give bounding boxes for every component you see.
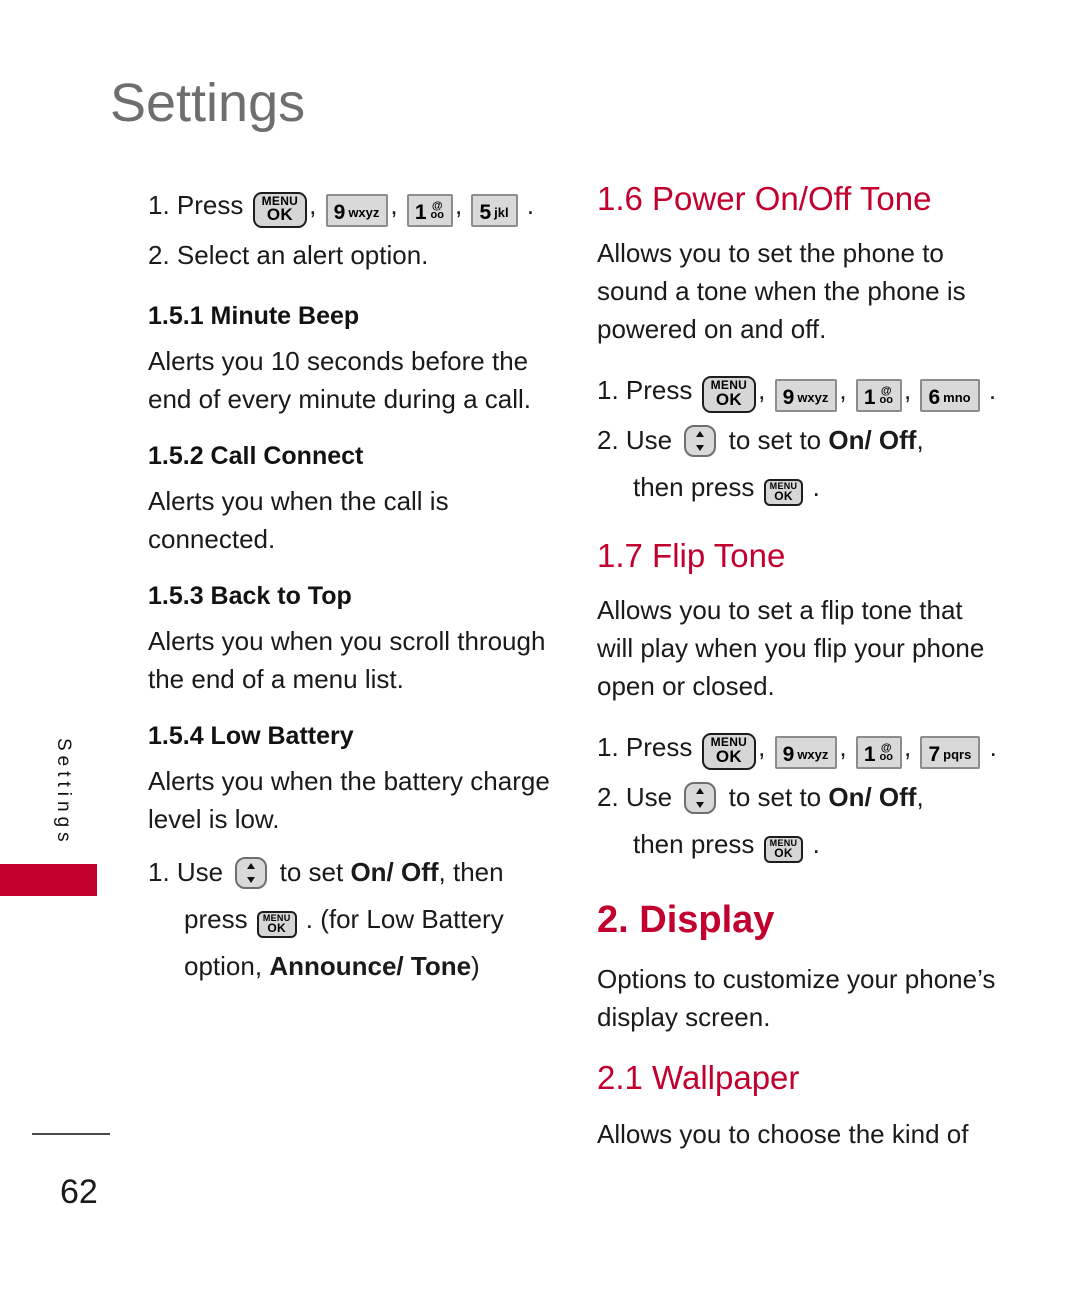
step-then-press-flip-tone: then press MENU OK .	[597, 825, 997, 864]
body-low-battery: Alerts you when the battery charge level…	[148, 765, 550, 834]
key-9-wxyz-icon: 9 wxyz	[325, 194, 389, 227]
side-tab: Settings	[0, 720, 100, 920]
value-on-off: On/ Off	[828, 424, 917, 455]
menu-ok-key-icon: MENU OK	[256, 911, 297, 939]
comma-separator: ,	[390, 190, 398, 220]
navigation-key-icon	[234, 856, 268, 890]
navigation-key-icon	[683, 781, 717, 815]
step-use-nav-flip-tone: 2. Use to set to On/ Off,	[597, 778, 997, 817]
comma: ,	[916, 781, 924, 812]
heading-low-battery: 1.5.4 Low Battery	[148, 721, 354, 750]
step-label: 1. Press	[148, 190, 244, 220]
side-tab-label: Settings	[53, 738, 74, 847]
footer-divider	[32, 1133, 110, 1135]
step-label: 1. Press	[597, 374, 693, 405]
body-call-connect: Alerts you when the call is connected.	[148, 486, 449, 554]
step-text: to set to	[728, 781, 822, 812]
period: .	[812, 471, 820, 502]
key-5-jkl-icon: 5 jkl	[471, 194, 518, 227]
menu-ok-key-icon: MENU OK	[701, 376, 757, 413]
value-on-off: On/ Off	[350, 856, 439, 887]
comma: ,	[916, 424, 924, 455]
comma-separator: ,	[455, 190, 463, 220]
step-low-battery-option: option, Announce/ Tone)	[148, 947, 558, 986]
heading-power-on-off-tone: 1.6 Power On/Off Tone	[597, 180, 932, 217]
value-announce-tone: Announce/ Tone	[269, 950, 472, 981]
navigation-key-icon	[683, 424, 717, 458]
period: .	[989, 731, 997, 762]
value-on-off: On/ Off	[828, 781, 917, 812]
right-column: 1.6 Power On/Off Tone Allows you to set …	[597, 180, 997, 1176]
key-1-voicemail-icon: 1 @ oo	[406, 194, 453, 227]
comma-separator: ,	[904, 374, 912, 405]
step-then-press-power-tone: then press MENU OK .	[597, 468, 997, 507]
step-text: then press	[633, 471, 755, 502]
comma-separator: ,	[309, 190, 317, 220]
step-label: 1. Press	[597, 731, 693, 762]
page-title: Settings	[110, 73, 306, 133]
heading-flip-tone: 1.7 Flip Tone	[597, 536, 786, 574]
period: .	[988, 374, 997, 405]
key-7-pqrs-icon: 7 pqrs	[920, 735, 981, 769]
comma-separator: ,	[839, 731, 847, 762]
page-number: 62	[60, 1173, 98, 1211]
period: .	[526, 190, 535, 220]
step-press-sequence-flip-tone: 1. Press MENU OK , 9 wxyz , 1 @ oo , 7 pqrs …	[597, 728, 997, 770]
step-press-sequence-power-tone: 1. Press MENU OK , 9 wxyz , 1 @ oo , 6 mno .	[597, 371, 997, 413]
menu-ok-key-icon: MENU OK	[252, 191, 308, 229]
key-9-wxyz-icon: 9 wxyz	[774, 735, 838, 769]
step-text-after: , then	[438, 856, 504, 887]
heading-display: 2. Display	[597, 898, 775, 941]
body-minute-beep: Alerts you 10 seconds before the end of …	[148, 346, 531, 415]
left-column: 1. Press MENU OK , 9 wxyz , 1 @ oo , 5 jkl .…	[148, 186, 558, 994]
step-low-battery-press-menu: press MENU OK . (for Low Battery	[148, 900, 558, 939]
body-wallpaper: Allows you to choose the kind of	[597, 1118, 969, 1149]
step-text-after: . (for Low Battery	[305, 903, 504, 934]
menu-ok-key-icon: MENU OK	[701, 733, 757, 770]
body-power-on-off-tone: Allows you to set the phone to sound a t…	[597, 237, 966, 344]
key-6-mno-icon: 6 mno	[920, 378, 980, 412]
heading-minute-beep: 1.5.1 Minute Beep	[148, 302, 360, 331]
body-flip-tone: Allows you to set a flip tone that will …	[597, 594, 985, 701]
step-use-nav-power-tone: 2. Use to set to On/ Off,	[597, 421, 997, 460]
body-back-to-top: Alerts you when you scroll through the e…	[148, 625, 546, 694]
step-low-battery-use-nav: 1. Use to set On/ Off, then	[148, 853, 558, 892]
side-tab-accent-block	[0, 864, 97, 896]
key-1-voicemail-icon: 1 @ oo	[855, 378, 902, 412]
menu-ok-key-icon: MENU OK	[763, 836, 804, 864]
step-press-sequence-alert: 1. Press MENU OK , 9 wxyz , 1 @ oo , 5 jkl .	[148, 186, 558, 229]
heading-wallpaper: 2.1 Wallpaper	[597, 1058, 800, 1096]
menu-ok-key-icon: MENU OK	[763, 479, 804, 507]
key-9-wxyz-icon: 9 wxyz	[774, 378, 838, 412]
body-display: Options to customize your phone’s displa…	[597, 963, 996, 1032]
heading-back-to-top: 1.5.3 Back to Top	[148, 581, 352, 610]
step-label: 1. Use	[148, 856, 224, 887]
heading-call-connect: 1.5.2 Call Connect	[148, 442, 364, 471]
step-text: to set	[279, 856, 344, 887]
comma-separator: ,	[758, 731, 766, 762]
step-text: press	[184, 903, 248, 934]
step-label: 2. Use	[597, 781, 673, 812]
step-select-alert-option: 2. Select an alert option.	[148, 240, 429, 271]
comma-separator: ,	[904, 731, 912, 762]
step-text: to set to	[728, 424, 822, 455]
comma-separator: ,	[839, 374, 847, 405]
step-text-after: )	[471, 950, 480, 981]
step-text: option,	[184, 950, 263, 981]
step-text: then press	[633, 828, 755, 859]
step-label: 2. Use	[597, 424, 673, 455]
key-1-voicemail-icon: 1 @ oo	[855, 735, 902, 769]
comma-separator: ,	[758, 374, 766, 405]
period: .	[812, 828, 820, 859]
